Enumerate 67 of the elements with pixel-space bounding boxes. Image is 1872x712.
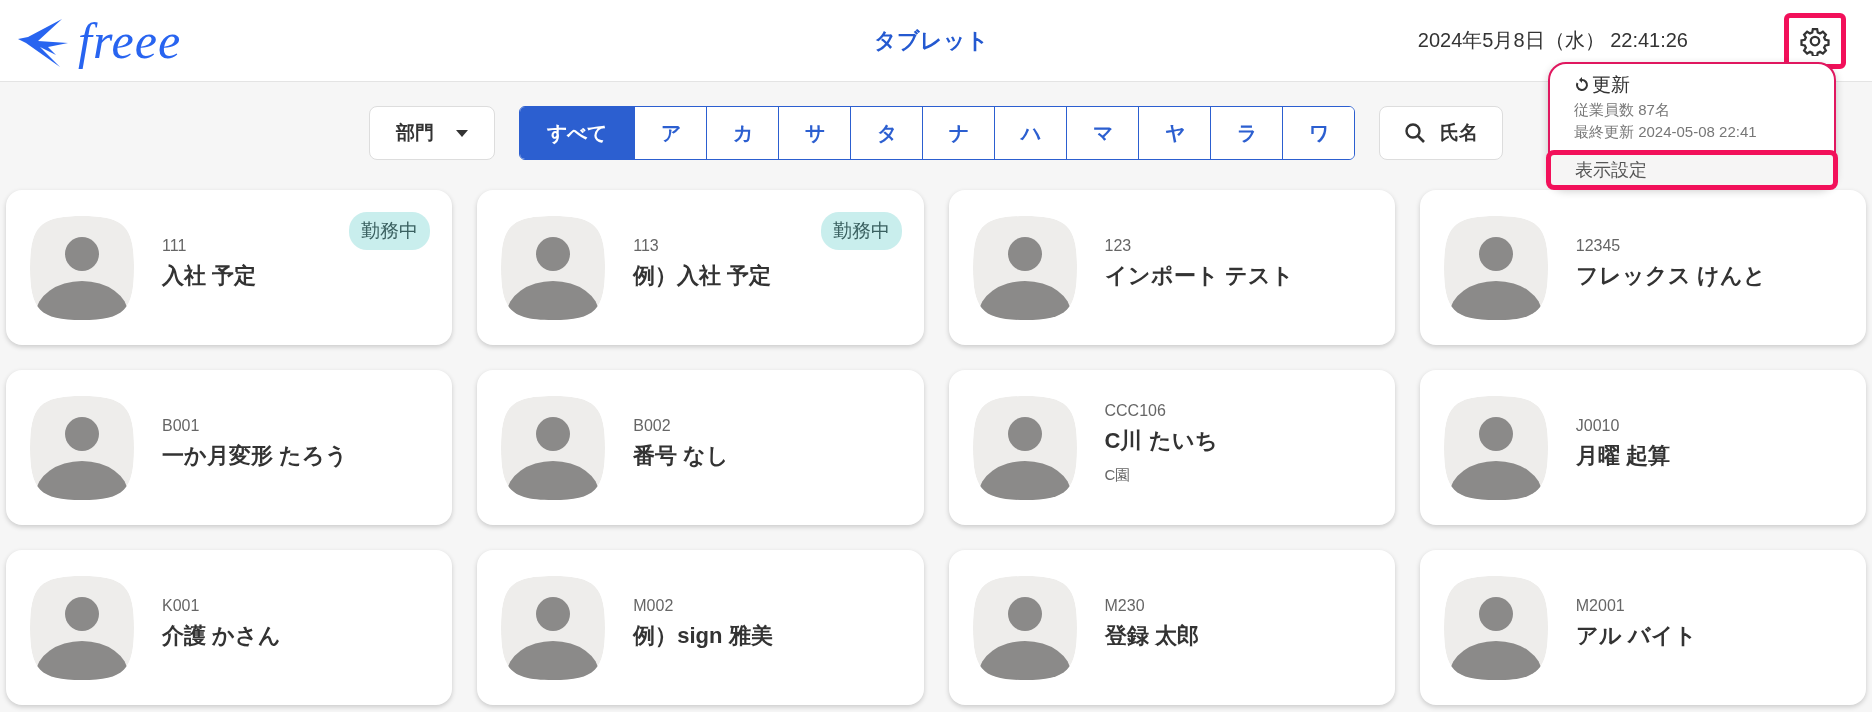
employee-name: 例）sign 雅美 bbox=[633, 621, 773, 650]
employee-code: CCC106 bbox=[1104, 402, 1167, 420]
avatar-icon bbox=[28, 393, 136, 502]
employee-code: 123 bbox=[1104, 236, 1133, 255]
employee-code: 111 bbox=[162, 236, 188, 255]
employee-code: 113 bbox=[633, 236, 660, 255]
avatar-icon bbox=[1441, 573, 1550, 682]
kana-tab[interactable]: ワ bbox=[1282, 107, 1354, 159]
employee-name: 例）入社 予定 bbox=[633, 261, 772, 290]
employee-code: J0010 bbox=[1575, 416, 1621, 435]
employee-code: 12345 bbox=[1575, 236, 1622, 255]
refresh-icon bbox=[1574, 77, 1590, 93]
search-icon bbox=[1404, 122, 1426, 144]
date-time: 2024年5月8日（水） 22:41:26 bbox=[1417, 28, 1688, 53]
employee-name: アル バイト bbox=[1575, 621, 1697, 650]
employee-name: C川 たいち bbox=[1104, 427, 1218, 455]
employee-code: M002 bbox=[633, 596, 675, 615]
employee-name: 番号 なし bbox=[633, 441, 730, 470]
employee-card[interactable]: K001 介護 かさん bbox=[6, 550, 453, 705]
employee-card[interactable]: M002 例）sign 雅美 bbox=[477, 550, 924, 705]
employee-name: 月曜 起算 bbox=[1575, 441, 1670, 470]
avatar-icon bbox=[970, 213, 1079, 322]
employee-name: 介護 かさん bbox=[162, 621, 282, 650]
logo-wordmark: freee bbox=[78, 11, 182, 70]
employee-name: 入社 予定 bbox=[162, 261, 257, 290]
name-search-button[interactable]: 氏名 bbox=[1379, 106, 1503, 160]
employee-code: K001 bbox=[162, 596, 201, 615]
avatar-icon bbox=[499, 393, 608, 502]
avatar-icon bbox=[499, 213, 608, 322]
menu-item[interactable]: 表示設定 bbox=[1546, 150, 1838, 190]
employee-name: 一か月変形 たろう bbox=[162, 441, 349, 470]
status-badge: 勤務中 bbox=[349, 212, 431, 250]
avatar-icon bbox=[970, 573, 1079, 682]
employee-code: M2001 bbox=[1575, 596, 1626, 615]
settings-button[interactable] bbox=[1784, 12, 1846, 69]
avatar-icon bbox=[970, 393, 1079, 502]
employee-department: C園 bbox=[1104, 466, 1132, 485]
status-badge: 勤務中 bbox=[820, 212, 902, 250]
settings-icon bbox=[1800, 25, 1830, 56]
employee-card[interactable]: J0010 月曜 起算 bbox=[1419, 370, 1866, 525]
employee-code: B002 bbox=[633, 416, 672, 435]
employee-card[interactable]: 123 インポート テスト bbox=[948, 190, 1395, 345]
kana-tab[interactable]: すべて bbox=[520, 107, 634, 159]
employee-card[interactable]: M230 登録 太郎 bbox=[948, 550, 1395, 705]
caret-icon bbox=[456, 129, 468, 137]
employee-name: フレックス けんと bbox=[1575, 261, 1766, 290]
employee-card[interactable]: 111 入社 予定 勤務中 bbox=[6, 190, 453, 345]
employee-name: インポート テスト bbox=[1104, 261, 1294, 290]
refresh-button[interactable]: 更新 bbox=[1574, 72, 1810, 98]
employee-card[interactable]: M2001 アル バイト bbox=[1419, 550, 1866, 705]
employee-card[interactable]: 113 例）入社 予定 勤務中 bbox=[477, 190, 924, 345]
employee-name: 登録 太郎 bbox=[1104, 621, 1199, 650]
last-updated: 最終更新 2024-05-08 22:41 bbox=[1574, 123, 1758, 142]
avatar-icon bbox=[499, 573, 608, 682]
department-dropdown[interactable]: 部門 bbox=[369, 106, 495, 160]
employee-code: B001 bbox=[162, 416, 201, 435]
employee-card[interactable]: B002 番号 なし bbox=[477, 370, 924, 525]
employee-card[interactable]: B001 一か月変形 たろう bbox=[6, 370, 453, 525]
employee-card[interactable]: CCC106 C川 たいち C園 bbox=[948, 370, 1395, 525]
avatar-icon bbox=[1441, 393, 1550, 502]
employee-card[interactable]: 12345 フレックス けんと bbox=[1419, 190, 1866, 345]
avatar-icon bbox=[28, 213, 136, 322]
page-title: タブレット bbox=[873, 26, 989, 55]
employee-code: M230 bbox=[1104, 596, 1146, 615]
employee-count: 従業員数 87名 bbox=[1574, 101, 1671, 120]
avatar-icon bbox=[1441, 213, 1550, 322]
avatar-icon bbox=[28, 573, 136, 682]
